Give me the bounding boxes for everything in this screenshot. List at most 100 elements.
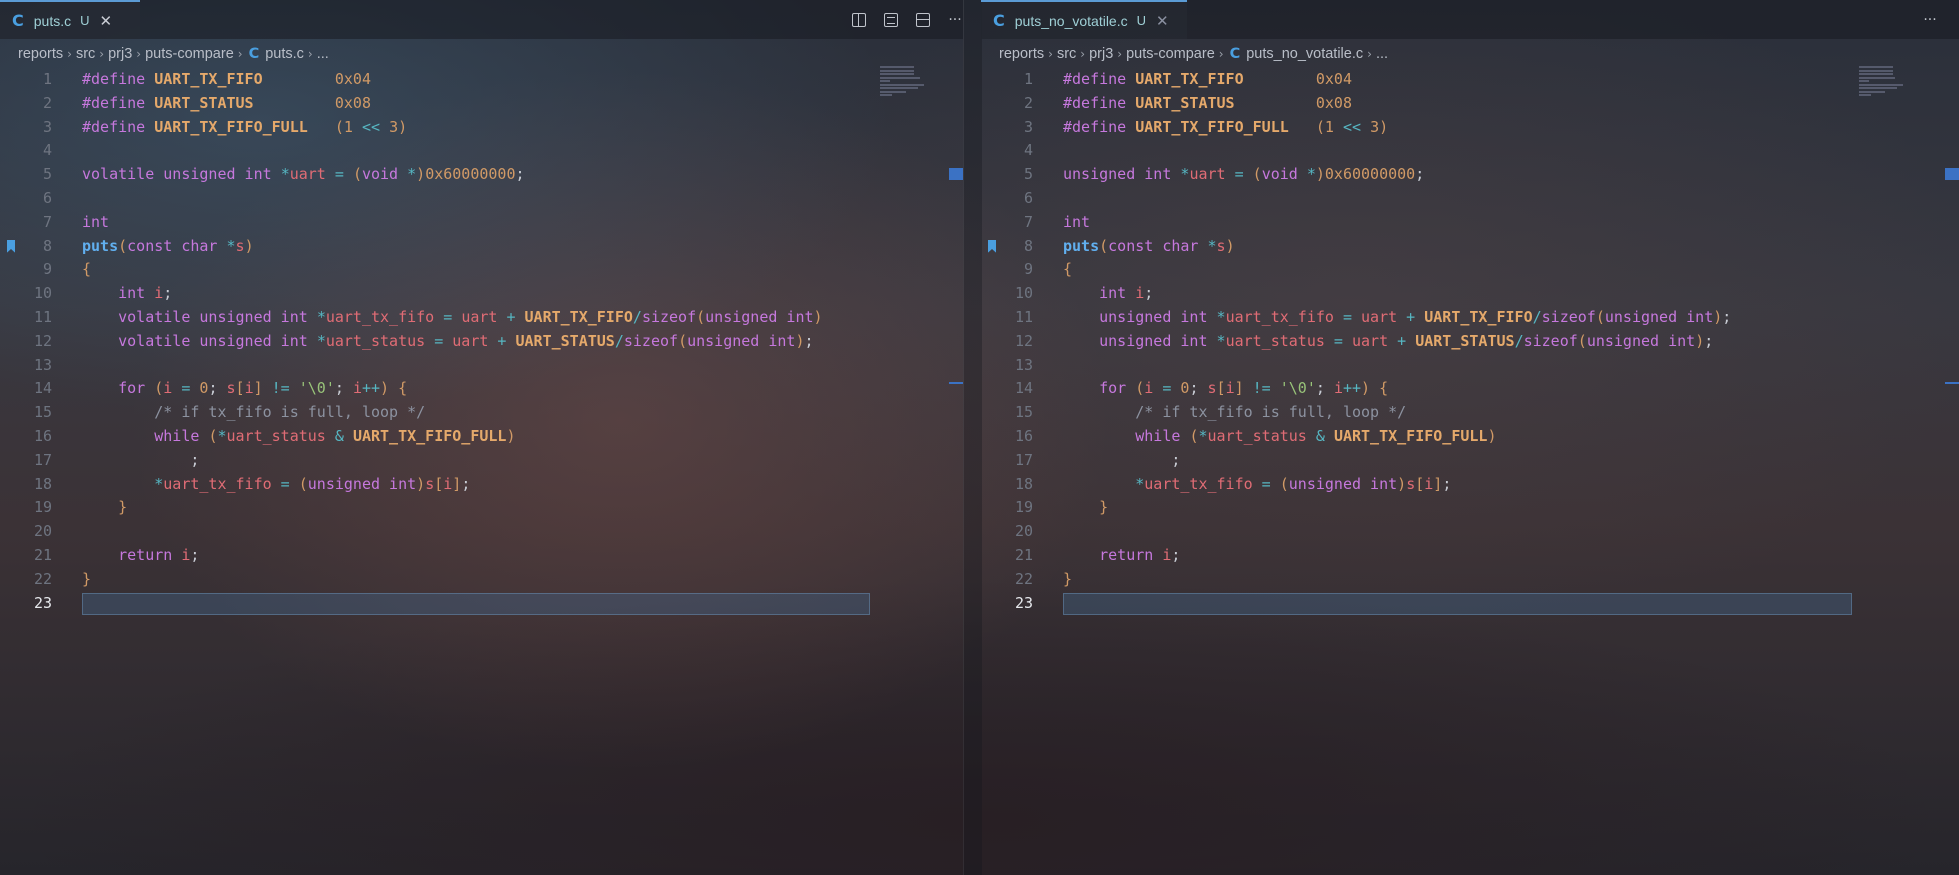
code-line[interactable]: 7 int [981,211,1959,235]
tab-puts-no-votatile-c[interactable]: C puts_no_votatile.c U ✕ [981,0,1187,39]
code-token: ; [1063,450,1181,469]
breadcrumb-more[interactable]: ... [1376,46,1388,62]
breadcrumb-more[interactable]: ... [317,46,329,62]
code-line[interactable]: 10 int i; [0,282,963,306]
line-number: 16 [33,426,52,445]
split-divider[interactable] [963,0,982,875]
code-line[interactable]: 3 #define UART_TX_FIFO_FULL (1 << 3) [981,116,1959,140]
code-token: i [1424,474,1434,493]
more-actions-icon[interactable]: ··· [1921,11,1939,29]
code-editor[interactable]: 1 #define UART_TX_FIFO 0x04 2 #define UART_… [0,68,963,615]
tab-label: puts_no_votatile.c [1014,12,1128,29]
close-icon[interactable]: ✕ [1156,12,1169,30]
breadcrumb-item[interactable]: prj3 [1089,46,1113,62]
code-line[interactable]: 14 for (i = 0; s[i] != '\0'; i++) { [981,377,1959,401]
code-text: #define UART_TX_FIFO 0x04 [1063,68,1352,92]
breadcrumb-item[interactable]: prj3 [108,46,132,62]
code-line[interactable]: 22} [0,568,963,592]
code-line[interactable]: 23 [981,592,1959,616]
tab-puts-c[interactable]: C puts.c U ✕ [0,0,140,39]
code-line[interactable]: 1 #define UART_TX_FIFO 0x04 [981,68,1959,92]
code-line[interactable]: 12 unsigned int *uart_status = uart + UA… [981,330,1959,354]
code-line[interactable]: 2 #define UART_STATUS 0x08 [981,92,1959,116]
code-line[interactable]: 8 puts(const char *s) [981,235,1959,259]
breadcrumb-file[interactable]: puts_no_votatile.c [1246,46,1363,62]
open-preview-icon[interactable] [882,11,900,29]
code-line[interactable]: 2 #define UART_STATUS 0x08 [0,92,963,116]
code-line[interactable]: 6 [981,187,1959,211]
close-icon[interactable]: ✕ [100,12,113,30]
code-line[interactable]: 10 int i; [981,282,1959,306]
breadcrumb-file[interactable]: puts.c [265,46,304,62]
code-line[interactable]: 13 [0,354,963,378]
code-line[interactable]: 4 [981,139,1959,163]
open-changes-icon[interactable] [850,11,868,29]
code-line[interactable]: 21 return i; [0,544,963,568]
code-line[interactable]: 23 [0,592,963,616]
minimap[interactable] [880,66,926,111]
code-editor[interactable]: 1 #define UART_TX_FIFO 0x04 2 #define UART_… [981,68,1959,615]
code-token: / [1532,307,1542,326]
code-line[interactable]: 18 *uart_tx_fifo = (unsigned int)s[i]; [981,473,1959,497]
breadcrumb-item[interactable]: reports [18,46,63,62]
code-token: & [1306,426,1334,445]
code-line[interactable]: 17 ; [0,449,963,473]
code-line[interactable]: 15 /* if tx_fifo is full, loop */ [0,401,963,425]
code-token: = [271,474,299,493]
code-line[interactable]: 20 [981,520,1959,544]
code-line[interactable]: 11 volatile unsigned int *uart_tx_fifo =… [0,306,963,330]
code-text: for (i = 0; s[i] != '\0'; i++) { [1063,377,1388,401]
code-token: ( [1135,379,1145,398]
code-token: ; [1315,379,1334,398]
breadcrumb-item[interactable]: puts-compare [1126,46,1215,62]
code-line[interactable]: 16 while (*uart_status & UART_TX_FIFO_FU… [981,425,1959,449]
code-line[interactable]: 12 volatile unsigned int *uart_status = … [0,330,963,354]
code-line[interactable]: 8 puts(const char *s) [0,235,963,259]
code-line[interactable]: 15 /* if tx_fifo is full, loop */ [981,401,1959,425]
code-token: ( [334,117,344,136]
code-token: s [1207,379,1217,398]
code-token: /* if tx_fifo is full, loop */ [154,403,426,422]
code-line[interactable]: 9{ [0,258,963,282]
code-text: } [82,496,127,520]
code-token: { [1379,379,1389,398]
code-line[interactable]: 17 ; [981,449,1959,473]
breadcrumb: reports › src › prj3 › puts-compare › C puts… [981,39,1959,68]
code-token: void [1261,165,1307,184]
more-actions-icon[interactable]: ··· [946,11,963,29]
code-line[interactable]: 5 volatile unsigned int *uart = (void *)0… [0,163,963,187]
minimap[interactable] [1859,66,1905,111]
line-number: 19 [33,498,52,517]
code-line[interactable]: 3 #define UART_TX_FIFO_FULL (1 << 3) [0,116,963,140]
code-token: ] [1433,474,1443,493]
code-line[interactable]: 21 return i; [981,544,1959,568]
breadcrumb-item[interactable]: reports [999,46,1044,62]
code-line[interactable]: 4 [0,139,963,163]
code-token: 3 [389,117,399,136]
code-token: puts [82,236,119,255]
split-editor-icon[interactable] [914,11,932,29]
code-line[interactable]: 6 [0,187,963,211]
code-line[interactable]: 20 [0,520,963,544]
line-number: 13 [33,355,52,374]
code-line[interactable]: 13 [981,354,1959,378]
code-line[interactable]: 1 #define UART_TX_FIFO 0x04 [0,68,963,92]
code-token: UART_TX_FIFO [1135,70,1244,88]
code-text: unsigned int *uart = (void *)0x60000000; [1063,163,1424,187]
code-line[interactable]: 16 while (*uart_status & UART_TX_FIFO_FU… [0,425,963,449]
code-line[interactable]: 19 } [981,496,1959,520]
code-line[interactable]: 9{ [981,258,1959,282]
code-line[interactable]: 22} [981,568,1959,592]
breadcrumb-item[interactable]: src [76,46,95,62]
code-line[interactable]: 19 } [0,496,963,520]
code-line[interactable]: 11 unsigned int *uart_tx_fifo = uart + U… [981,306,1959,330]
code-line[interactable]: 7 int [0,211,963,235]
code-line[interactable]: 5 unsigned int *uart = (void *)0x60000000… [981,163,1959,187]
breadcrumb-item[interactable]: src [1057,46,1076,62]
code-line[interactable]: 18 *uart_tx_fifo = (unsigned int)s[i]; [0,473,963,497]
breadcrumb-item[interactable]: puts-compare [145,46,234,62]
code-token: UART_TX_FIFO [524,307,633,326]
code-token: / [632,307,642,326]
code-token: << [1333,117,1371,136]
code-line[interactable]: 14 for (i = 0; s[i] != '\0'; i++) { [0,377,963,401]
